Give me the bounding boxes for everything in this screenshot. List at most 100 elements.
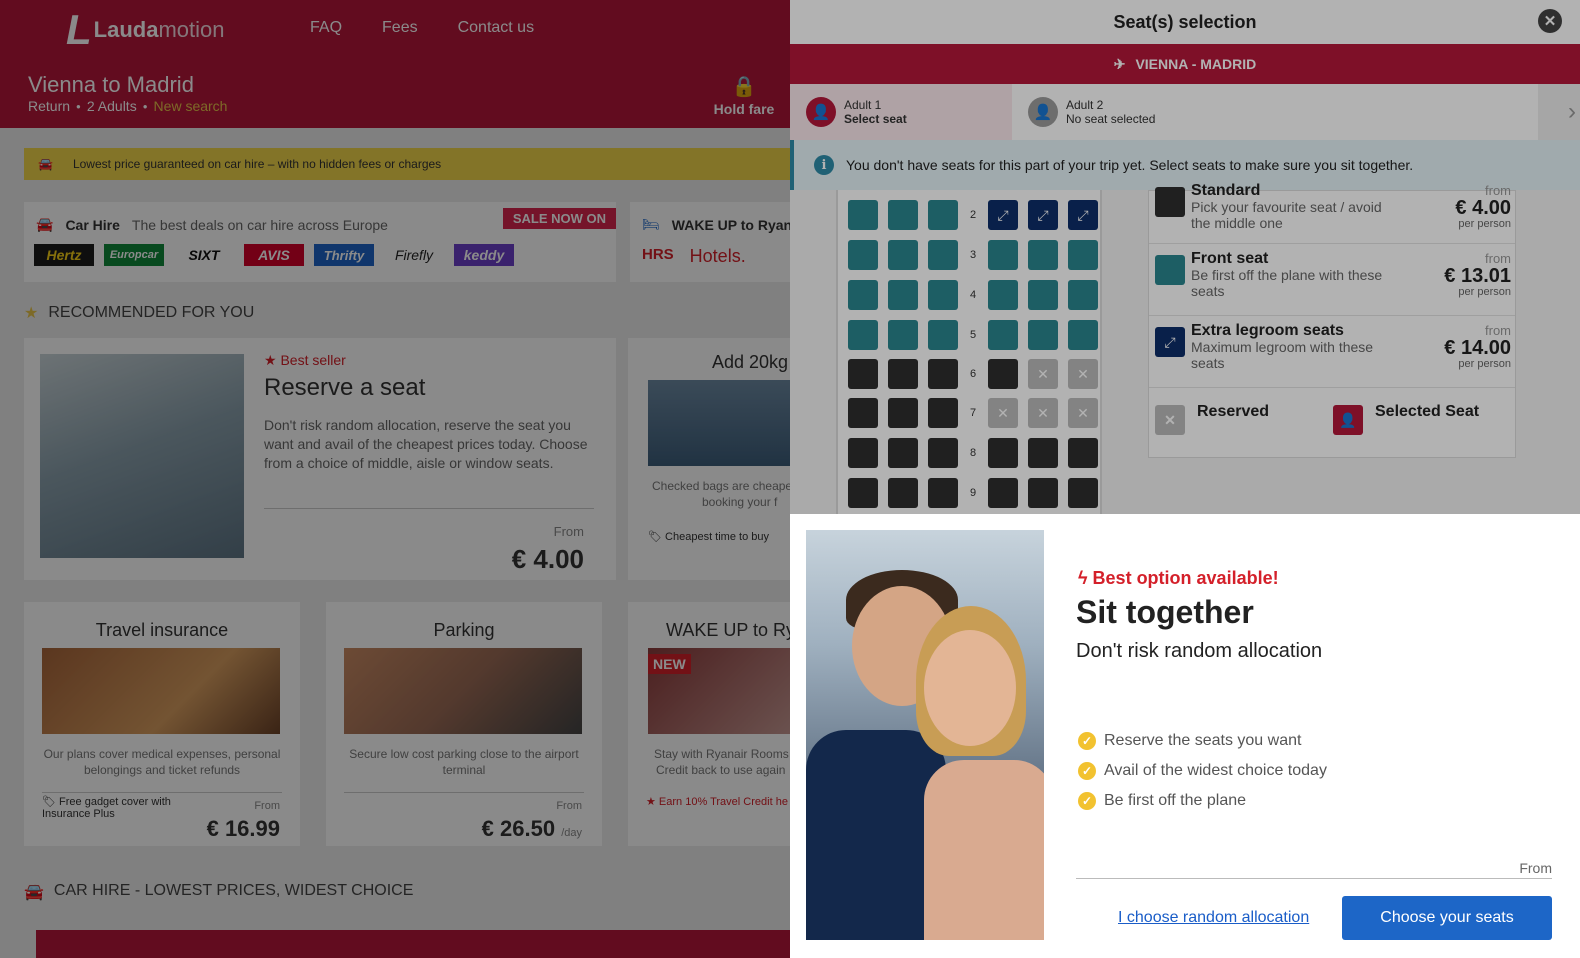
legend-reserved: ✕ Reserved <box>1155 403 1333 435</box>
seat-front[interactable] <box>1068 240 1098 270</box>
seat-front[interactable] <box>848 200 878 230</box>
check-icon: ✓ <box>1078 762 1096 780</box>
seat-front[interactable] <box>928 240 958 270</box>
panel-title: Seat(s) selection <box>1113 11 1257 32</box>
seat-front[interactable] <box>988 280 1018 310</box>
from-label: From <box>1519 860 1552 876</box>
passenger-tab-adult-1[interactable]: 👤 Adult 1 Select seat <box>790 84 1012 140</box>
legend-extra-text: Extra legroom seats Maximum legroom with … <box>1191 323 1401 372</box>
seat-extra[interactable]: ⤢ <box>988 200 1018 230</box>
choose-seats-button[interactable]: Choose your seats <box>1342 896 1552 940</box>
seat-row: 7 ✕ ✕ ✕ <box>848 398 1098 428</box>
seat-std[interactable] <box>1028 478 1058 508</box>
legend-standard-text: Standard Pick your favourite seat / avoid… <box>1191 182 1401 232</box>
seat-front[interactable] <box>848 320 878 350</box>
seat-front[interactable] <box>888 200 918 230</box>
passenger-status: No seat selected <box>1066 112 1156 126</box>
passenger-info: Adult 2 No seat selected <box>1066 98 1155 126</box>
seat-std[interactable] <box>888 398 918 428</box>
seat-std[interactable] <box>928 438 958 468</box>
legend-status-row: ✕ Reserved 👤 Selected Seat <box>1155 403 1511 435</box>
seat-std[interactable] <box>848 478 878 508</box>
benefit-text: Avail of the widest choice today <box>1104 762 1327 779</box>
seat-std[interactable] <box>1068 478 1098 508</box>
passenger-tabs: 👤 Adult 1 Select seat 👤 Adult 2 No seat … <box>790 84 1580 140</box>
legend-front-price: from € 13.01 per person <box>1401 251 1511 299</box>
row-number: 5 <box>969 329 977 341</box>
couple-photo <box>806 530 1044 940</box>
close-icon: ✕ <box>1543 13 1557 30</box>
per-person-label: per person <box>1458 218 1511 230</box>
legend-reserved-label: Reserved <box>1197 403 1270 420</box>
flight-route: VIENNA - MADRID <box>1135 56 1257 72</box>
info-text: You don't have seats for this part of yo… <box>846 157 1414 173</box>
seat-front[interactable] <box>848 240 878 270</box>
best-option-text: Best option available! <box>1092 568 1279 588</box>
next-passenger-button[interactable]: › <box>1538 84 1580 140</box>
seat-row: 8 <box>848 438 1098 468</box>
seat-front[interactable] <box>1068 280 1098 310</box>
row-number: 9 <box>969 487 977 499</box>
seat-front[interactable] <box>1028 280 1058 310</box>
seat-front[interactable] <box>1028 240 1058 270</box>
seat-std[interactable] <box>848 398 878 428</box>
panel-header: Seat(s) selection ✕ <box>790 0 1580 44</box>
user-icon: 👤 <box>1028 97 1058 127</box>
lightning-icon: ϟ <box>1078 568 1088 588</box>
seat-std[interactable] <box>888 478 918 508</box>
plane-icon: ✈ <box>1113 55 1126 72</box>
best-option-label: ϟ Best option available! <box>1078 568 1279 589</box>
seat-front[interactable] <box>888 240 918 270</box>
seat-reserved: ✕ <box>988 398 1018 428</box>
per-person-label: per person <box>1458 358 1511 370</box>
seat-reserved: ✕ <box>1068 398 1098 428</box>
close-button[interactable]: ✕ <box>1538 9 1562 33</box>
seat-std[interactable] <box>888 359 918 389</box>
seat-front[interactable] <box>848 280 878 310</box>
per-person-label: per person <box>1458 286 1511 298</box>
seat-front[interactable] <box>1068 320 1098 350</box>
row-number: 6 <box>969 368 977 380</box>
benefit-item: ✓ Be first off the plane <box>1078 786 1327 816</box>
seat-reserved: ✕ <box>1068 359 1098 389</box>
passenger-tab-adult-2[interactable]: 👤 Adult 2 No seat selected <box>1012 84 1538 140</box>
flight-route-bar: ✈ VIENNA - MADRID <box>790 44 1580 84</box>
seat-reserved: ✕ <box>1028 359 1058 389</box>
seat-legend: Standard Pick your favourite seat / avoid… <box>1148 183 1516 458</box>
benefit-item: ✓ Avail of the widest choice today <box>1078 756 1327 786</box>
seat-std[interactable] <box>988 478 1018 508</box>
divider <box>1076 878 1552 879</box>
seat-std[interactable] <box>848 359 878 389</box>
seat-front[interactable] <box>928 280 958 310</box>
seat-std[interactable] <box>1068 438 1098 468</box>
seat-front[interactable] <box>1028 320 1058 350</box>
from-label: from <box>1485 183 1511 198</box>
seat-front[interactable] <box>928 200 958 230</box>
seat-extra[interactable]: ⤢ <box>1068 200 1098 230</box>
photo-shape <box>924 630 1016 746</box>
legend-standard-price: from € 4.00 per person <box>1401 183 1511 231</box>
seat-std[interactable] <box>848 438 878 468</box>
legend-selected: 👤 Selected Seat <box>1333 403 1511 435</box>
seat-front[interactable] <box>988 320 1018 350</box>
seat-front[interactable] <box>888 320 918 350</box>
seat-front[interactable] <box>888 280 918 310</box>
seat-std[interactable] <box>888 438 918 468</box>
seat-std[interactable] <box>928 478 958 508</box>
seat-std[interactable] <box>1028 438 1058 468</box>
legend-front-desc: Be first off the plane with these seats <box>1191 267 1383 299</box>
legend-standard-title: Standard <box>1191 182 1261 199</box>
row-number: 8 <box>969 447 977 459</box>
seat-front[interactable] <box>988 240 1018 270</box>
seat-std[interactable] <box>988 438 1018 468</box>
seat-std[interactable] <box>928 398 958 428</box>
passenger-name: Adult 1 <box>844 98 882 112</box>
legend-front: Front seat Be first off the plane with th… <box>1155 251 1511 299</box>
seat-std[interactable] <box>988 359 1018 389</box>
seat-std[interactable] <box>928 359 958 389</box>
random-allocation-link[interactable]: I choose random allocation <box>1118 909 1309 927</box>
seat-front[interactable] <box>928 320 958 350</box>
divider <box>1149 387 1515 388</box>
seat-extra[interactable]: ⤢ <box>1028 200 1058 230</box>
user-icon: 👤 <box>806 97 836 127</box>
